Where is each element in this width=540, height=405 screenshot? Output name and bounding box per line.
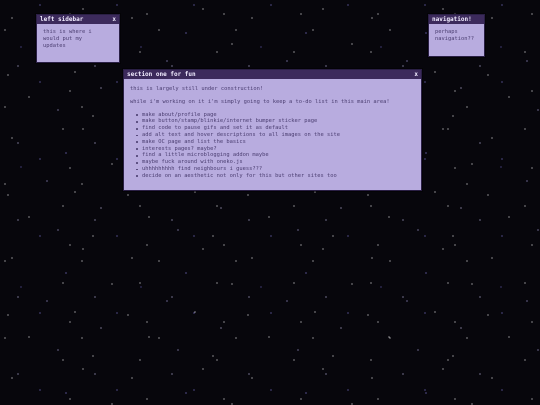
todo-item: interests pages? maybe? [136, 146, 415, 153]
navigation-title: navigation! [432, 16, 472, 23]
todo-list: make about/profile page make button/stam… [130, 112, 415, 180]
todo-item: find code to pause gifs and set it as de… [136, 125, 415, 132]
todo-item: make button/stamp/blinkie/internet bumpe… [136, 118, 415, 125]
navigation-body: perhaps navigation?? [435, 29, 474, 42]
left-sidebar-window: left sidebar x this is where i would put… [36, 14, 120, 63]
navigation-window: navigation! perhaps navigation?? [428, 14, 485, 57]
main-section-close-button[interactable]: x [411, 70, 418, 79]
todo-item: make OC page and list the basics [136, 139, 415, 146]
main-section-window: section one for fun x this is largely st… [123, 69, 422, 191]
todo-item: uhhhhhhhhh find neighbours i guess??? [136, 166, 415, 173]
left-sidebar-body: this is where i would put my updates [43, 29, 92, 49]
todo-intro: while i'm working on it i'm simply going… [130, 98, 390, 105]
todo-item: decide on an aesthetic not only for this… [136, 173, 415, 180]
left-sidebar-titlebar[interactable]: left sidebar x [37, 15, 119, 24]
construction-notice: this is largely still under construction… [130, 86, 264, 92]
left-sidebar-close-button[interactable]: x [109, 15, 116, 24]
main-section-titlebar[interactable]: section one for fun x [124, 70, 421, 79]
todo-item: make about/profile page [136, 112, 415, 119]
todo-item: find a little microblogging addon maybe [136, 152, 415, 159]
left-sidebar-title: left sidebar [40, 16, 84, 23]
todo-item: maybe fuck around with oneko.js [136, 159, 415, 166]
navigation-titlebar[interactable]: navigation! [429, 15, 484, 24]
todo-item: add alt text and hover descriptions to a… [136, 132, 415, 139]
main-section-body: this is largely still under construction… [124, 79, 421, 184]
main-section-title: section one for fun [127, 71, 196, 78]
